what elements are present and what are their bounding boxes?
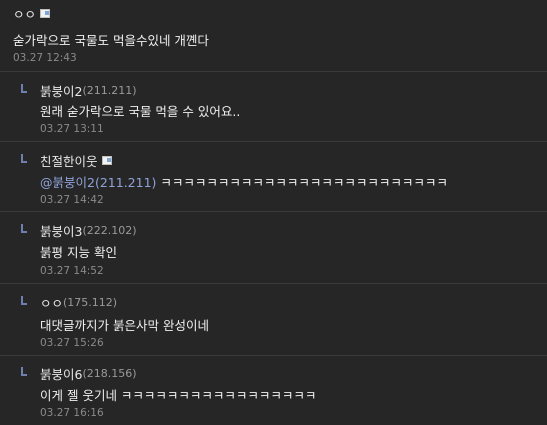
comment-author-line: ㅇㅇ — [13, 4, 547, 23]
comment-mention[interactable]: @붉붕이2(211.211) — [40, 175, 156, 190]
comment-text: 숟가락으로 국물도 먹을수있네 개꼔다 — [13, 33, 209, 48]
comment-ip: (211.211) — [82, 83, 137, 97]
reply-arrow-icon — [21, 154, 27, 163]
comment-author[interactable]: 붉붕이3 — [40, 221, 82, 240]
comment-ip: (218.156) — [82, 366, 137, 380]
comment-text: 원래 숟가락으로 국물 먹을 수 있어요.. — [40, 104, 241, 119]
comment-author-line: 붉붕이6 (218.156) — [40, 364, 547, 383]
comment-ip: (175.112) — [63, 295, 118, 309]
comment-date: 03.27 12:43 — [13, 52, 77, 64]
comment-body: 이게 젤 웃기네 ㅋㅋㅋㅋㅋㅋㅋㅋㅋㅋㅋㅋㅋㅋㅋㅋㅋ — [40, 388, 547, 404]
reply-item: 붉붕이6 (218.156) 이게 젤 웃기네 ㅋㅋㅋㅋㅋㅋㅋㅋㅋㅋㅋㅋㅋㅋㅋㅋ… — [0, 355, 547, 425]
comment-item: ㅇㅇ 숟가락으로 국물도 먹을수있네 개꼔다 03.27 12:43 — [0, 5, 547, 71]
comment-text: 붉평 지능 확인 — [40, 245, 117, 260]
reply-item: 붉붕이3 (222.102) 붉평 지능 확인 03.27 14:52 — [0, 211, 547, 283]
gallog-icon[interactable] — [40, 8, 51, 18]
comment-body: 원래 숟가락으로 국물 먹을 수 있어요.. — [40, 104, 547, 120]
comment-author[interactable]: 붉붕이6 — [40, 364, 82, 383]
comment-body: 숟가락으로 국물도 먹을수있네 개꼔다 — [13, 33, 547, 49]
comment-author[interactable]: ㅇㅇ — [13, 4, 36, 23]
comment-author-line: 붉붕이3 (222.102) — [40, 221, 547, 240]
reply-arrow-icon — [21, 367, 27, 376]
reply-arrow-icon — [21, 84, 27, 93]
comment-body: 대댓글까지가 붉은사막 완성이네 — [40, 318, 547, 334]
comment-author[interactable]: ㅇㅇ — [40, 293, 63, 312]
comment-ip: (222.102) — [82, 223, 137, 237]
comment-body: @붉붕이2(211.211) ㅋㅋㅋㅋㅋㅋㅋㅋㅋㅋㅋㅋㅋㅋㅋㅋㅋㅋㅋㅋㅋㅋㅋㅋㅋ — [40, 175, 547, 191]
comment-author[interactable]: 친절한이웃 — [40, 151, 98, 170]
comment-text: 대댓글까지가 붉은사막 완성이네 — [40, 318, 209, 333]
reply-item: 붉붕이2 (211.211) 원래 숟가락으로 국물 먹을 수 있어요.. 03… — [0, 71, 547, 141]
comment-body: 붉평 지능 확인 — [40, 245, 547, 261]
reply-item: ㅇㅇ (175.112) 대댓글까지가 붉은사막 완성이네 03.27 15:2… — [0, 283, 547, 355]
comment-author-line: 붉붕이2 (211.211) — [40, 81, 547, 100]
reply-arrow-icon — [21, 296, 27, 305]
comment-date: 03.27 13:11 — [40, 123, 104, 135]
comment-date: 03.27 14:42 — [40, 194, 104, 206]
comment-date: 03.27 15:26 — [40, 337, 104, 349]
comment-text: 이게 젤 웃기네 ㅋㅋㅋㅋㅋㅋㅋㅋㅋㅋㅋㅋㅋㅋㅋㅋㅋ — [40, 388, 317, 403]
comment-author-line: 친절한이웃 — [40, 151, 547, 170]
comment-date: 03.27 16:16 — [40, 407, 104, 419]
comment-thread: ㅇㅇ 숟가락으로 국물도 먹을수있네 개꼔다 03.27 12:43 붉붕이2 … — [0, 0, 547, 425]
comment-text: ㅋㅋㅋㅋㅋㅋㅋㅋㅋㅋㅋㅋㅋㅋㅋㅋㅋㅋㅋㅋㅋㅋㅋㅋㅋ — [156, 175, 448, 190]
comment-author-line: ㅇㅇ (175.112) — [40, 293, 547, 312]
reply-item: 친절한이웃 @붉붕이2(211.211) ㅋㅋㅋㅋㅋㅋㅋㅋㅋㅋㅋㅋㅋㅋㅋㅋㅋㅋㅋ… — [0, 141, 547, 211]
gallog-icon[interactable] — [101, 155, 112, 165]
reply-arrow-icon — [21, 224, 27, 233]
comment-date: 03.27 14:52 — [40, 265, 104, 277]
comment-author[interactable]: 붉붕이2 — [40, 81, 82, 100]
